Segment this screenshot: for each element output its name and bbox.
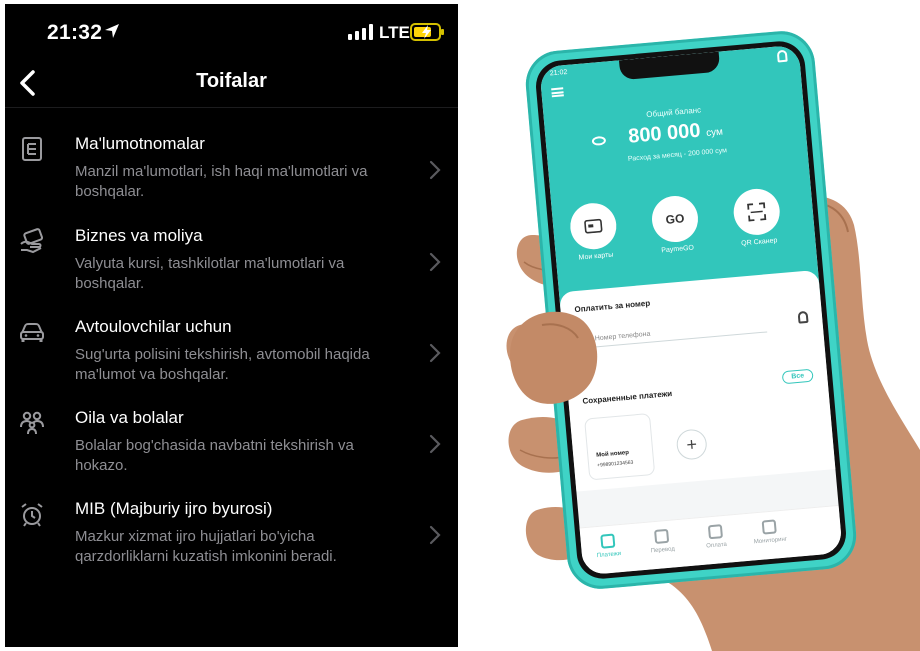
add-saved-payment-button[interactable]: + [675,428,708,461]
bell-icon[interactable] [776,49,788,63]
location-arrow-icon [105,24,119,38]
category-item-avtoulovchilar[interactable]: Avtoulovchilar uchun Sug'urta polisini t… [5,317,458,409]
battery-charging-icon [410,23,444,41]
page-title: Toifalar [196,70,267,92]
category-item-biznes-va-moliya[interactable]: Biznes va moliya Valyuta kursi, tashkilo… [5,226,458,318]
chevron-right-icon [429,252,441,272]
category-title: MIB (Majburiy ijro byurosi) [75,499,273,518]
status-bar: 21:32 LTE [5,4,458,60]
grid-icon [600,533,616,549]
category-description: Sug'urta polisini tekshirish, avtomobil … [75,346,370,383]
category-title: Oila va bolalar [75,408,184,427]
category-item-oila-va-bolalar[interactable]: Oila va bolalar Bolalar bog'chasida navb… [5,408,458,500]
cellular-signal-icon [348,24,373,40]
wallet-icon [707,524,724,540]
document-icon [22,137,42,161]
history-icon [761,519,777,535]
phone-tab-bar: Платежи Перевод Оплата Мониторинг [579,504,843,576]
car-icon [20,323,44,342]
cash-icon [20,228,44,254]
category-description: Valyuta kursi, tashkilotlar ma'lumotlari… [75,255,345,292]
chevron-right-icon [429,525,441,545]
category-title: Biznes va moliya [75,226,203,245]
phone-photo: 21:02 Общий баланс 800 000 сум Расход за… [462,0,920,651]
network-type: LTE [379,23,410,42]
quick-paymego[interactable]: GO PaymeGO [643,194,708,256]
category-description: Bolalar bog'chasida navbatni tekshirish … [75,437,354,474]
quick-qr-scanner[interactable]: QR Сканер [725,186,790,248]
navigation-bar: Toifalar [5,60,458,108]
category-title: Ma'lumotnomalar [75,134,205,153]
saved-payment-card[interactable]: Мой номер +998901234563 [584,412,656,481]
tab-transfer[interactable]: Перевод [636,527,688,555]
category-description: Manzil ma'lumotlari, ish haqi ma'lumotla… [75,163,368,200]
card-icon [568,201,619,252]
category-title: Avtoulovchilar uchun [75,317,232,336]
family-icon [20,411,44,435]
category-description: Mazkur xizmat ijro hujjatlari bo'yicha q… [75,528,337,565]
qr-scan-icon [731,186,782,237]
contact-icon[interactable] [797,310,809,324]
categories-screen: 21:32 LTE Toifalar Ma'lumotnomalar Manzi… [5,4,458,647]
chevron-right-icon [429,343,441,363]
tab-monitoring[interactable]: Мониторинг [744,518,796,546]
quick-my-cards[interactable]: Мои карты [561,201,626,263]
tab-pay[interactable]: Оплата [690,523,742,551]
transfer-icon [654,528,670,545]
go-icon: GO [650,194,700,244]
category-item-malumotnomalar[interactable]: Ma'lumotnomalar Manzil ma'lumotlari, ish… [5,134,458,226]
chevron-right-icon [429,434,441,454]
see-all-button[interactable]: Все [781,368,814,385]
chevron-right-icon [429,160,441,180]
status-time: 21:32 [47,21,103,44]
category-item-mib[interactable]: MIB (Majburiy ijro byurosi) Mazkur xizma… [5,499,458,591]
alarm-clock-icon [21,503,43,527]
thumb-illustration [510,311,598,404]
tab-payments[interactable]: Платежи [582,532,634,560]
menu-icon[interactable] [551,87,564,98]
